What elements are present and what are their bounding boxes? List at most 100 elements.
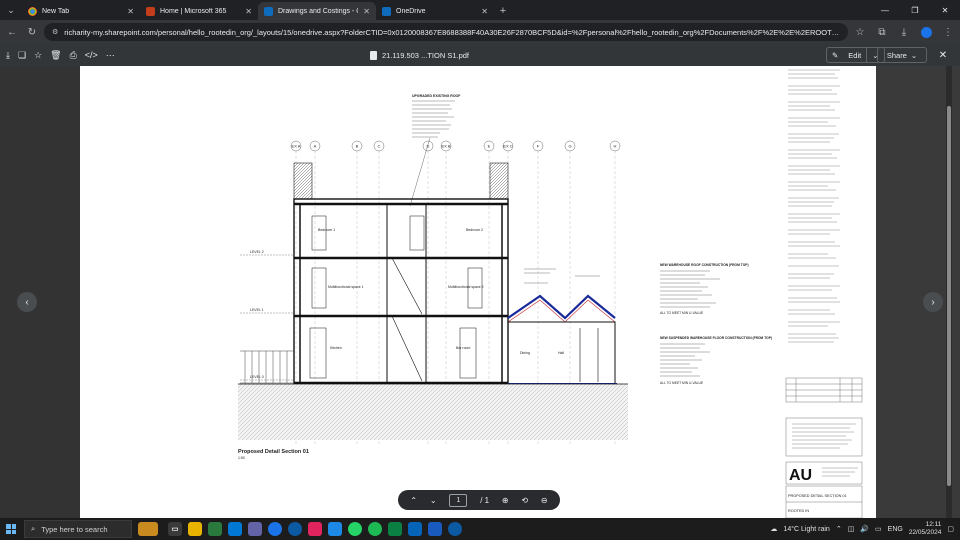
new-tab-button[interactable]: +: [494, 2, 512, 20]
page-number-input[interactable]: 1: [449, 493, 468, 507]
search-placeholder: Type here to search: [41, 524, 108, 534]
delete-icon[interactable]: 🗑: [50, 50, 61, 61]
outlook-icon[interactable]: [408, 522, 422, 536]
page-view-icon[interactable]: ❏: [18, 50, 26, 61]
downloads-icon[interactable]: ⤓: [896, 24, 912, 40]
next-page-button[interactable]: ›: [923, 292, 943, 312]
pdf-toolbar: ⤓ ❏ ☆ 🗑 ⎙ </> ⋯ 21.119.503 ...TION S1.pd…: [0, 44, 960, 66]
edge-dev-icon[interactable]: [448, 522, 462, 536]
site-info-icon[interactable]: ⚙: [52, 28, 58, 36]
print-icon[interactable]: ⎙: [70, 50, 77, 61]
windows-taskbar: ⌕ Type here to search ▭ ☁ 14°C Light rai…: [0, 518, 960, 540]
previous-page-button[interactable]: ‹: [17, 292, 37, 312]
download-icon[interactable]: ⤓: [6, 50, 10, 61]
revision-table: [785, 377, 863, 403]
language-indicator[interactable]: ENG: [888, 526, 903, 533]
level-markers: [240, 254, 294, 381]
android-app-icon[interactable]: [388, 522, 402, 536]
calculator-icon[interactable]: [208, 522, 222, 536]
zoom-out-icon[interactable]: ⊖: [541, 496, 548, 505]
weather-text[interactable]: 14°C Light rain: [783, 526, 829, 533]
close-viewer-icon[interactable]: ✕: [935, 47, 951, 63]
restore-icon[interactable]: ❐: [900, 0, 930, 20]
favorite-star-icon[interactable]: ☆: [34, 50, 42, 61]
network-icon[interactable]: ◫: [848, 525, 855, 533]
extensions-icon[interactable]: ⧉: [874, 24, 890, 40]
tab-microsoft365[interactable]: Home | Microsoft 365 ✕: [140, 2, 258, 20]
previous-page-chevron-up-icon[interactable]: ⌃: [410, 496, 417, 505]
warehouse-roof-note-title: NEW WAREHOUSE ROOF CONSTRUCTION (FROM TO…: [660, 263, 749, 267]
url-text: richarity-my.sharepoint.com/personal/hel…: [64, 27, 840, 37]
show-hidden-icons-icon[interactable]: ⌃: [836, 525, 842, 533]
rotate-icon[interactable]: ⟲: [521, 496, 528, 505]
embed-code-icon[interactable]: </>: [85, 50, 98, 61]
widget-icon[interactable]: [138, 522, 158, 536]
address-bar[interactable]: ⚙ richarity-my.sharepoint.com/personal/h…: [44, 23, 848, 41]
edit-label: Edit: [848, 50, 862, 60]
onedrive-icon: [264, 6, 273, 16]
edge-icon[interactable]: [288, 522, 302, 536]
tab-drawings-and-costings[interactable]: Drawings and Costings - OneDri ✕: [258, 2, 376, 20]
to-meet-note: ALL TO MEET MIN U-VALUE: [660, 381, 704, 385]
grid-label: G: [568, 144, 571, 149]
chrome-icon: [28, 6, 37, 16]
battery-icon[interactable]: ▭: [875, 525, 882, 533]
practice-logo: AU: [789, 467, 812, 484]
tab-onedrive[interactable]: OneDrive ✕: [376, 2, 494, 20]
drawing-scale: 1:50: [238, 456, 245, 460]
tab-search-icon[interactable]: ⌄: [0, 0, 22, 20]
notifications-icon[interactable]: ▢: [947, 525, 954, 533]
title-block: AU PROPOSED DETAIL SECTION 01 ROOTED IN: [785, 461, 863, 518]
close-tab-icon[interactable]: ✕: [363, 7, 370, 16]
reload-icon[interactable]: ↻: [24, 24, 40, 40]
clock-date: 22/05/2024: [908, 529, 942, 536]
more-options-icon[interactable]: ⋯: [106, 50, 115, 61]
teams-icon[interactable]: [248, 522, 262, 536]
pen-app-icon[interactable]: [328, 522, 342, 536]
room-label: Multifunctional space 1: [328, 285, 364, 289]
clock[interactable]: 12:11 22/05/2024: [909, 521, 942, 537]
room-label: Bar room: [456, 346, 470, 350]
chrome-icon[interactable]: [268, 522, 282, 536]
bookmark-star-icon[interactable]: ☆: [852, 24, 868, 40]
notes-box: [785, 417, 863, 457]
next-page-chevron-down-icon[interactable]: ⌄: [430, 496, 437, 505]
whatsapp-icon[interactable]: [348, 522, 362, 536]
warehouse-roof-note-lines: [660, 270, 720, 308]
room-label: Kitchen: [330, 346, 342, 350]
share-button[interactable]: Share ⌄: [877, 47, 927, 63]
spotify-icon[interactable]: [368, 522, 382, 536]
weather-icon[interactable]: ☁: [770, 525, 777, 533]
garden-fence: [240, 350, 294, 384]
section-drawing: EX A A B C D EX B E EX C F G H UPGRADED …: [238, 69, 863, 518]
mail-icon[interactable]: [228, 522, 242, 536]
windows-logo-icon: [6, 524, 16, 534]
chevron-left-icon: ‹: [25, 296, 29, 308]
tab-new-tab[interactable]: New Tab ✕: [22, 2, 140, 20]
close-window-icon[interactable]: ✕: [930, 0, 960, 20]
scrollbar-thumb[interactable]: [947, 106, 951, 486]
task-view-icon[interactable]: ▭: [168, 522, 182, 536]
room-label: Multifunctional space 2: [448, 285, 484, 289]
close-tab-icon[interactable]: ✕: [127, 7, 134, 16]
taskbar-search-box[interactable]: ⌕ Type here to search: [24, 520, 132, 538]
chevron-down-icon: ⌄: [910, 50, 918, 60]
close-tab-icon[interactable]: ✕: [481, 7, 488, 16]
profile-avatar-icon[interactable]: [918, 24, 934, 40]
grid-label: EX A: [292, 144, 301, 149]
grid-label: EX C: [503, 144, 512, 149]
ground-hatch: [238, 384, 628, 440]
music-app-icon[interactable]: [308, 522, 322, 536]
file-explorer-icon[interactable]: [188, 522, 202, 536]
edit-button[interactable]: ✎ Edit ⌄: [826, 47, 885, 63]
zoom-in-icon[interactable]: ⊕: [502, 496, 509, 505]
grid-labels: EX A A B C D EX B E EX C F G H: [292, 144, 617, 149]
back-icon[interactable]: ←: [4, 24, 20, 40]
word-icon[interactable]: [428, 522, 442, 536]
close-tab-icon[interactable]: ✕: [245, 7, 252, 16]
grid-label: C: [378, 144, 381, 149]
menu-icon[interactable]: ⋮: [940, 24, 956, 40]
volume-icon[interactable]: 🔊: [860, 525, 869, 533]
start-button[interactable]: [0, 518, 22, 540]
minimize-icon[interactable]: —: [870, 0, 900, 20]
